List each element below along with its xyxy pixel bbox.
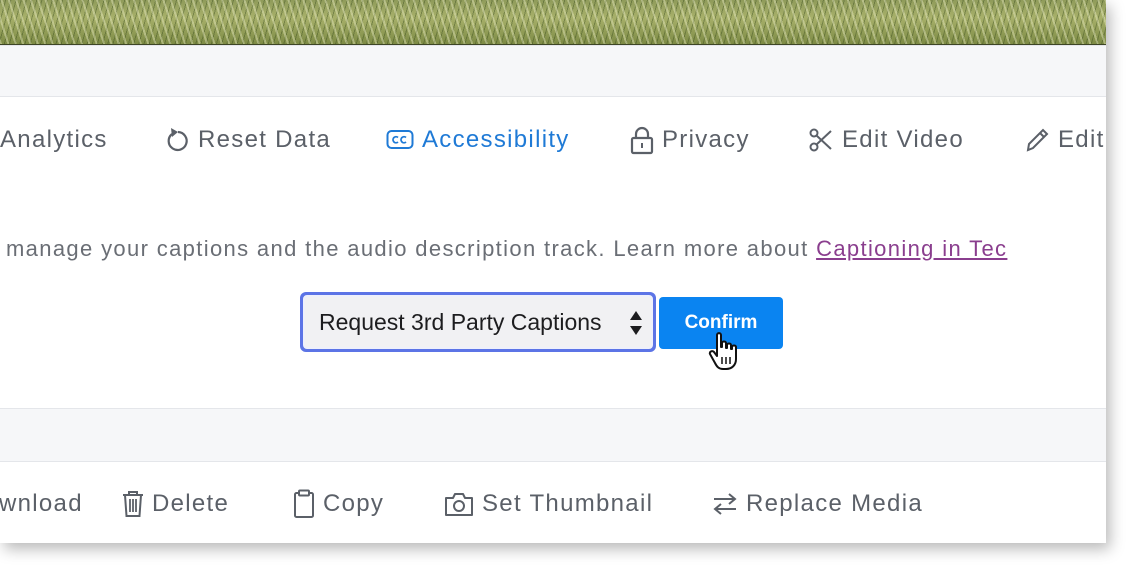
select-arrows-icon (630, 311, 642, 335)
section-divider-band (0, 45, 1106, 97)
tab-label: Edit (1058, 126, 1105, 153)
caption-option-select-box[interactable]: Request 3rd Party Captions (303, 295, 653, 349)
media-settings-panel: Analytics Reset Data Accessibility Priva… (0, 0, 1106, 543)
copy-action[interactable]: Copy (293, 484, 384, 524)
action-label: Copy (323, 490, 385, 517)
tab-privacy[interactable]: Privacy (630, 120, 750, 160)
media-actions-toolbar: Analytics Reset Data Accessibility Priva… (0, 120, 1106, 160)
action-label: Delete (152, 490, 230, 517)
action-label: wnload (0, 490, 83, 517)
delete-action[interactable]: Delete (122, 484, 229, 524)
captions-description: manage your captions and the audio descr… (6, 236, 1106, 268)
action-label: Replace Media (746, 490, 923, 517)
tab-label: Reset Data (198, 126, 332, 153)
clipboard-icon (294, 489, 314, 518)
hand-pointer-cursor-icon (708, 332, 737, 370)
tab-edit-video[interactable]: Edit Video (808, 120, 964, 160)
camera-icon (445, 493, 473, 516)
action-label: Set Thumbnail (482, 490, 654, 517)
download-action[interactable]: wnload (0, 484, 83, 524)
tab-label: Analytics (0, 126, 108, 153)
trash-icon (123, 491, 143, 517)
tab-label: Edit Video (842, 126, 964, 153)
captioning-help-link[interactable]: Captioning in Tec (816, 236, 1007, 261)
media-file-actions-toolbar: wnload Delete Copy Set Thumbnail Replace… (0, 484, 1106, 524)
tab-edit[interactable]: Edit (1024, 120, 1105, 160)
set-thumbnail-action[interactable]: Set Thumbnail (444, 484, 653, 524)
swap-arrows-icon (713, 493, 737, 515)
select-value: Request 3rd Party Captions (319, 308, 602, 335)
scissors-icon (809, 128, 832, 152)
tab-reset-data[interactable]: Reset Data (164, 120, 331, 160)
video-thumbnail-image (0, 0, 1106, 45)
section-divider-band (0, 408, 1106, 462)
closed-captions-icon (386, 130, 414, 149)
description-text: manage your captions and the audio descr… (6, 236, 817, 261)
tab-label: Accessibility (422, 126, 570, 153)
caption-option-select[interactable]: Request 3rd Party Captions (300, 292, 656, 352)
lock-icon (630, 126, 654, 155)
pencil-icon (1026, 128, 1049, 152)
reset-icon (167, 128, 188, 152)
tab-analytics[interactable]: Analytics (0, 120, 108, 160)
replace-media-action[interactable]: Replace Media (712, 484, 923, 524)
tab-label: Privacy (662, 126, 750, 153)
tab-accessibility[interactable]: Accessibility (386, 120, 570, 160)
